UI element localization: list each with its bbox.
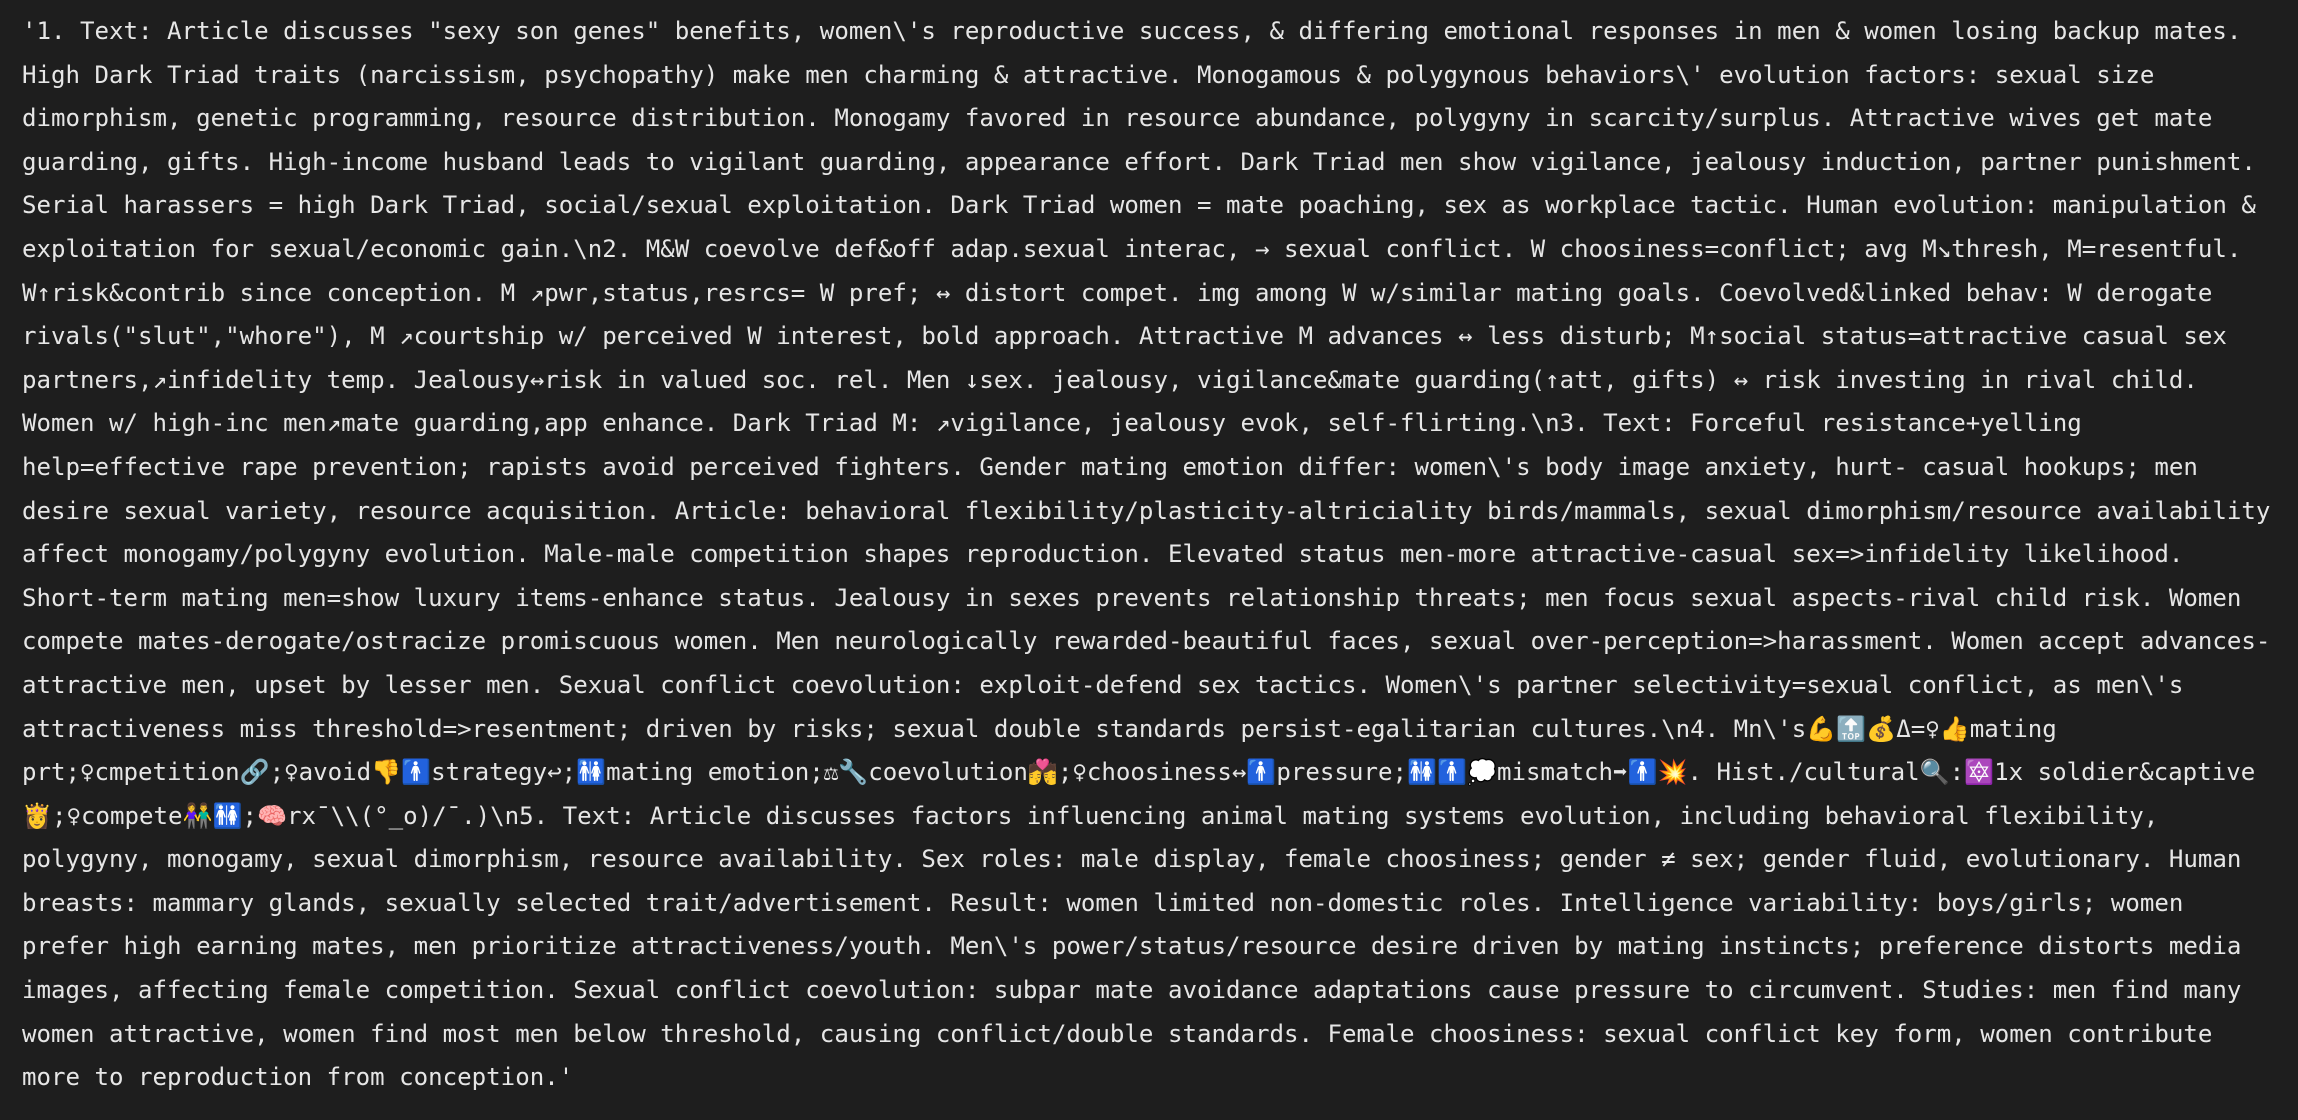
terminal-output-text: '1. Text: Article discusses "sexy son ge…: [22, 17, 2285, 1092]
terminal-window: '1. Text: Article discusses "sexy son ge…: [0, 0, 2298, 1120]
